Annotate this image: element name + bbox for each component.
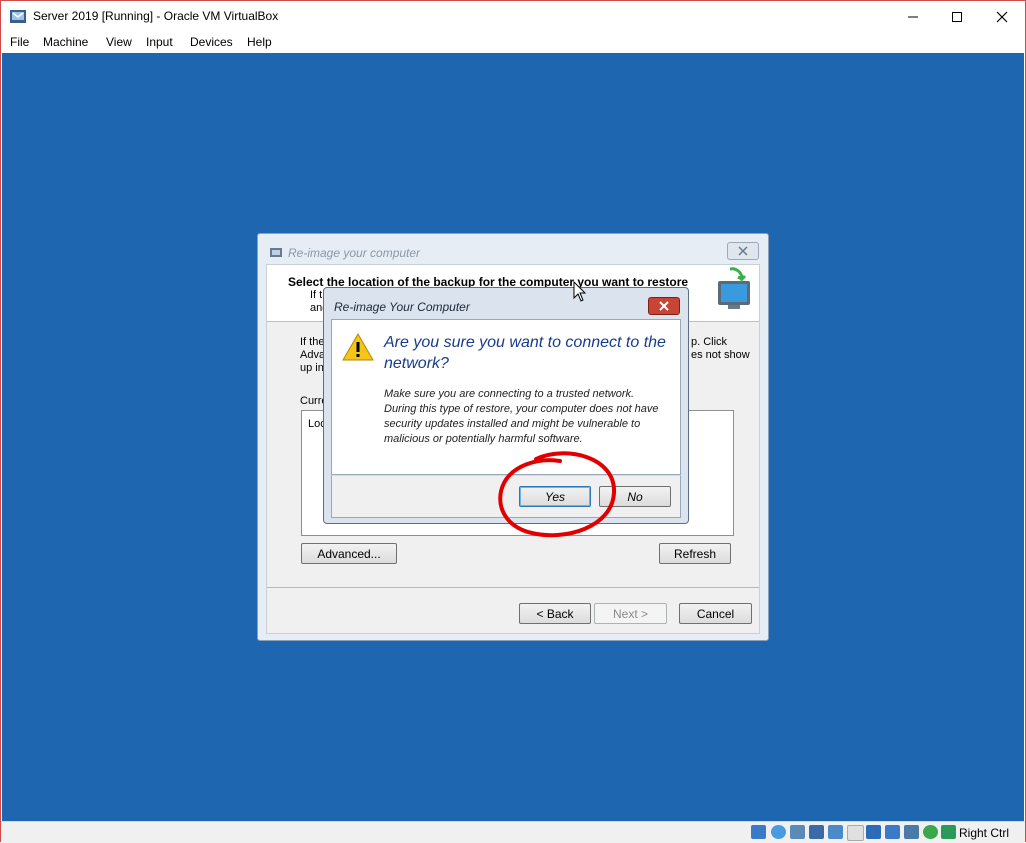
- audio-icon[interactable]: [790, 825, 805, 839]
- no-button[interactable]: No: [599, 486, 671, 507]
- description-left: If the Adva up in: [300, 336, 325, 375]
- virtualbox-window: Server 2019 [Running] - Oracle VM Virtua…: [0, 0, 1026, 843]
- close-icon: [996, 11, 1008, 22]
- keyboard-icon[interactable]: [941, 825, 956, 839]
- hard-disk-icon[interactable]: [751, 825, 766, 839]
- backup-restore-icon: [718, 267, 750, 309]
- recording-icon[interactable]: [885, 825, 900, 839]
- confirm-dialog-body: Are you sure you want to connect to the …: [331, 319, 681, 475]
- confirm-close-button[interactable]: [648, 297, 680, 315]
- description-right-line1: p. Click: [691, 336, 728, 348]
- cancel-button[interactable]: Cancel: [679, 603, 752, 624]
- warning-icon: [342, 332, 374, 361]
- dialog-close-button[interactable]: [727, 242, 759, 260]
- menu-machine[interactable]: Machine: [43, 35, 88, 49]
- confirm-dialog-footer: Yes No: [331, 475, 681, 518]
- description-left-line2: Adva: [300, 349, 326, 361]
- close-icon: [659, 301, 669, 311]
- optical-drive-icon[interactable]: [771, 825, 786, 839]
- usb-icon[interactable]: [828, 825, 843, 839]
- minimize-icon: [908, 16, 918, 17]
- virtualbox-app-icon: [10, 10, 26, 23]
- back-button[interactable]: < Back: [519, 603, 591, 624]
- refresh-button[interactable]: Refresh: [659, 543, 731, 564]
- close-icon: [738, 246, 748, 256]
- advanced-button[interactable]: Advanced...: [301, 543, 397, 564]
- display-icon[interactable]: [866, 825, 881, 839]
- reimage-app-icon: [270, 248, 282, 257]
- confirm-question: Are you sure you want to connect to the …: [384, 334, 666, 372]
- menu-devices[interactable]: Devices: [190, 35, 233, 49]
- description-left-line1: If the: [300, 336, 325, 348]
- description-right: p. Click es not show: [691, 336, 750, 362]
- confirm-network-dialog: Re-image Your Computer Are you sure you …: [323, 287, 689, 524]
- menu-file[interactable]: File: [10, 35, 29, 49]
- confirm-dialog-title: Re-image Your Computer: [334, 300, 470, 314]
- menu-input[interactable]: Input: [146, 35, 173, 49]
- confirm-detail: Make sure you are connecting to a truste…: [384, 388, 659, 445]
- next-button[interactable]: Next >: [594, 603, 667, 624]
- title-bar: Server 2019 [Running] - Oracle VM Virtua…: [1, 1, 1025, 32]
- mouse-integration-icon[interactable]: [923, 825, 938, 839]
- description-right-line2: es not show: [691, 349, 750, 361]
- menu-view[interactable]: View: [106, 35, 132, 49]
- maximize-icon: [952, 11, 962, 22]
- footer-separator: [267, 587, 759, 588]
- status-bar: Right Ctrl: [1, 821, 1025, 843]
- shared-folders-icon[interactable]: [847, 825, 864, 841]
- host-key-label: Right Ctrl: [959, 826, 1010, 840]
- menu-bar: File Machine View Input Devices Help: [1, 32, 1025, 53]
- cpu-icon[interactable]: [904, 825, 919, 839]
- network-icon[interactable]: [809, 825, 824, 839]
- window-title: Server 2019 [Running] - Oracle VM Virtua…: [33, 9, 279, 23]
- description-left-line3: up in: [300, 362, 324, 374]
- menu-help[interactable]: Help: [247, 35, 272, 49]
- maximize-button[interactable]: [934, 1, 980, 32]
- close-button[interactable]: [979, 1, 1025, 32]
- minimize-button[interactable]: [890, 1, 936, 32]
- yes-button[interactable]: Yes: [519, 486, 591, 507]
- mouse-cursor-icon: [573, 281, 587, 302]
- dialog-title: Re-image your computer: [288, 246, 421, 260]
